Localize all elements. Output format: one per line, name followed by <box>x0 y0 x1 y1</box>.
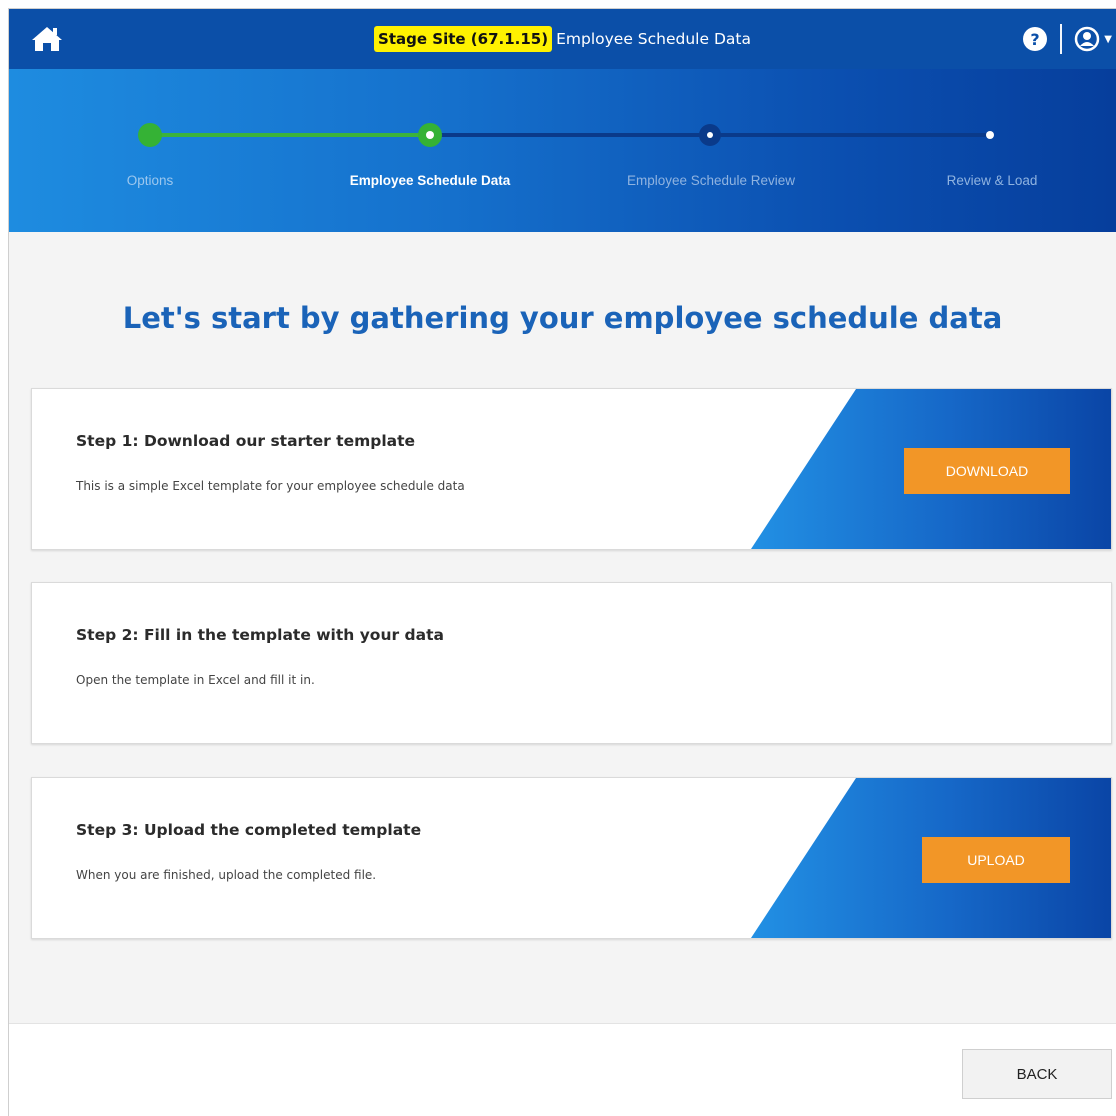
back-button[interactable]: BACK <box>962 1049 1112 1099</box>
card-title: Step 3: Upload the completed template <box>76 821 422 839</box>
card-description: Open the template in Excel and fill it i… <box>76 673 315 687</box>
chevron-down-icon[interactable]: ▼ <box>1104 34 1112 45</box>
card-description: When you are finished, upload the comple… <box>76 868 377 882</box>
card-title: Step 1: Download our starter template <box>76 432 416 450</box>
download-button[interactable]: DOWNLOAD <box>904 448 1070 494</box>
top-bar: Stage Site (67.1.15) Employee Schedule D… <box>9 9 1116 69</box>
step-dot-review-load <box>986 131 994 139</box>
app-window: Stage Site (67.1.15) Employee Schedule D… <box>8 8 1116 1116</box>
step-dot-employee-schedule-review <box>699 124 721 146</box>
header-divider <box>1060 24 1063 54</box>
user-icon[interactable] <box>1074 26 1100 52</box>
footer-bar: BACK <box>9 1023 1116 1116</box>
main-headline: Let's start by gathering your employee s… <box>122 301 1003 335</box>
help-icon[interactable]: ? <box>1022 26 1048 52</box>
step-dot-options <box>138 123 162 147</box>
step-label-employee-schedule-data: Employee Schedule Data <box>349 173 511 188</box>
top-right-controls: ? ▼ <box>1022 23 1112 55</box>
stage-badge: Stage Site (67.1.15) <box>374 26 553 52</box>
step-label-options: Options <box>126 173 174 188</box>
stepper-track-complete <box>149 133 430 137</box>
page-title: Employee Schedule Data <box>556 30 751 48</box>
svg-text:?: ? <box>1031 30 1040 49</box>
upload-button[interactable]: UPLOAD <box>922 837 1070 883</box>
progress-stepper: Options Employee Schedule Data Employee … <box>9 69 1116 232</box>
step-card-download: Step 1: Download our starter template Th… <box>31 388 1112 550</box>
step-label-employee-schedule-review: Employee Schedule Review <box>626 173 796 188</box>
card-title: Step 2: Fill in the template with your d… <box>76 626 444 644</box>
step-card-upload: Step 3: Upload the completed template Wh… <box>31 777 1112 939</box>
step-label-review-load: Review & Load <box>946 173 1038 188</box>
title-area: Stage Site (67.1.15) Employee Schedule D… <box>9 9 1116 69</box>
step-card-fill-in: Step 2: Fill in the template with your d… <box>31 582 1112 744</box>
card-description: This is a simple Excel template for your… <box>76 479 465 493</box>
step-dot-employee-schedule-data <box>418 123 442 147</box>
